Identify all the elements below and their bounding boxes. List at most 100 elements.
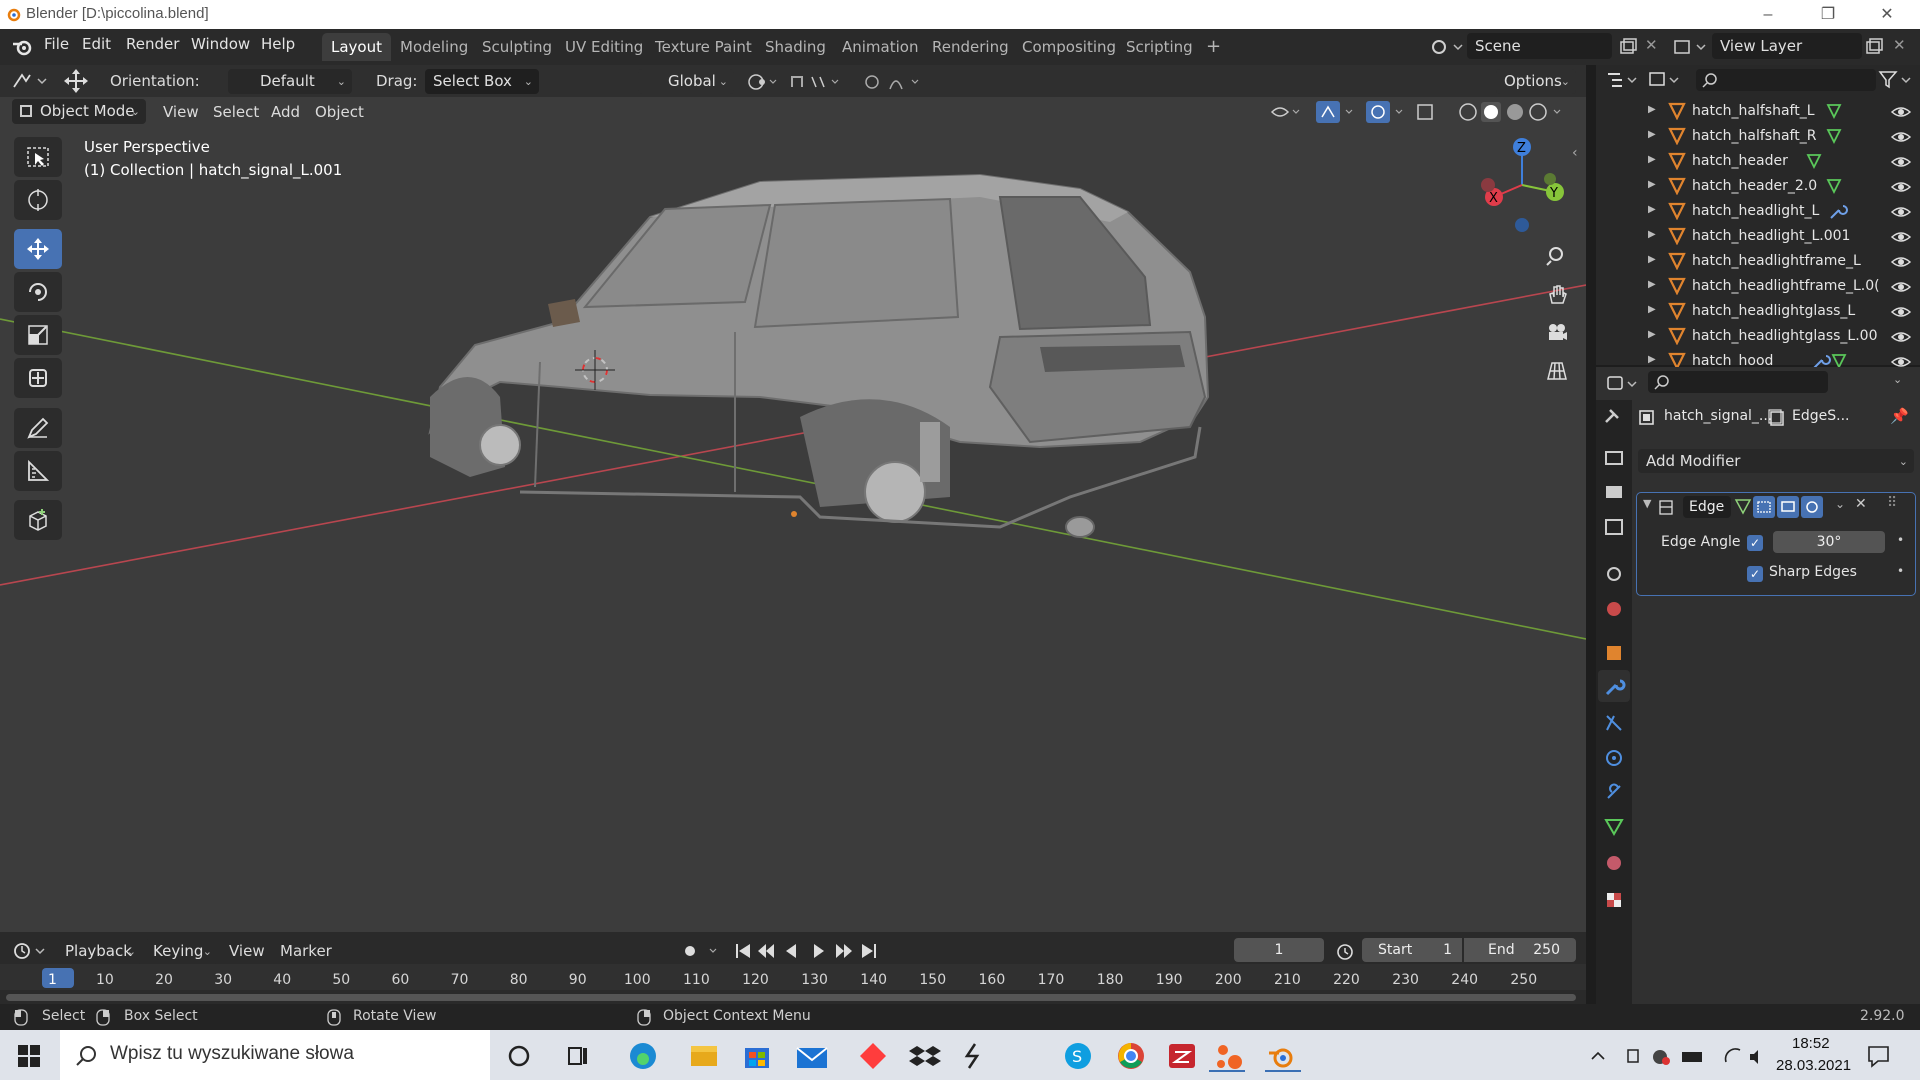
display-mode-icon[interactable] <box>1648 69 1682 91</box>
annotate-tool[interactable] <box>14 408 62 448</box>
dropbox-icon[interactable] <box>909 1046 941 1066</box>
constraints-tab-icon[interactable] <box>1607 783 1621 799</box>
menu-render[interactable]: Render <box>126 35 179 53</box>
start-frame-field[interactable]: Start 1 <box>1362 938 1462 962</box>
properties-tab-icons[interactable] <box>1596 400 1632 920</box>
tab-shading[interactable]: Shading <box>756 33 835 61</box>
blender-taskbar-icon[interactable] <box>1269 1048 1293 1068</box>
task-view-icon[interactable] <box>568 1047 587 1065</box>
drag-dropdown[interactable]: Select Box ⌄ <box>425 69 539 94</box>
keying-menu[interactable]: Keying ⌄ <box>145 939 218 964</box>
minimize-button[interactable]: – <box>1745 2 1791 28</box>
tab-texture-paint[interactable]: Texture Paint <box>646 33 761 61</box>
menu-window[interactable]: Window <box>191 35 250 53</box>
camera-view-button[interactable] <box>1540 315 1574 349</box>
jump-end-icon[interactable] <box>862 944 873 958</box>
texture-tab-icon[interactable] <box>1607 893 1621 907</box>
3d-viewport[interactable]: Object Mode ⌄ View Select Add Object Z Y … <box>0 97 1586 932</box>
tab-scripting[interactable]: Scripting <box>1117 33 1202 61</box>
options-dropdown[interactable]: Options ⌄ <box>1496 69 1576 94</box>
outliner-item[interactable]: ▶ hatch_headlightframe_L.0( <box>1596 275 1920 300</box>
play-reverse-icon[interactable] <box>786 944 796 958</box>
timeline-scrollbar[interactable] <box>6 994 1576 1001</box>
timeline-view-menu[interactable]: View <box>229 939 265 963</box>
scale-tool[interactable] <box>14 315 62 355</box>
visibility-eye-icon[interactable] <box>1891 329 1911 345</box>
perspective-toggle-button[interactable] <box>1540 353 1574 387</box>
cortana-icon[interactable] <box>508 1045 530 1067</box>
menu-file[interactable]: File <box>44 35 69 53</box>
expand-toggle-icon[interactable]: ▶ <box>1648 104 1656 115</box>
office-app-icon[interactable] <box>1217 1045 1242 1069</box>
expand-toggle-icon[interactable]: ▶ <box>1648 279 1656 290</box>
outliner-item[interactable]: ▶ hatch_halfshaft_R <box>1596 125 1920 150</box>
store-icon[interactable] <box>745 1048 769 1068</box>
context-object-name[interactable]: hatch_signal_... <box>1664 408 1772 424</box>
tab-layout[interactable]: Layout <box>322 33 391 61</box>
tab-sculpting[interactable]: Sculpting <box>473 33 561 61</box>
pin-icon[interactable]: 📌 <box>1890 407 1909 425</box>
render-tab-icon[interactable] <box>1605 451 1623 465</box>
visibility-eye-icon[interactable] <box>1891 129 1911 145</box>
modifier-wrench-icon[interactable] <box>1828 203 1868 221</box>
outliner-item[interactable]: ▶ hatch_halfshaft_L <box>1596 100 1920 125</box>
outliner-item[interactable]: ▶ hatch_headlightframe_L <box>1596 250 1920 275</box>
collapse-modifier-icon[interactable]: ▼ <box>1643 497 1651 510</box>
outliner-editor-icon[interactable] <box>1606 69 1640 91</box>
view-layer-field[interactable]: View Layer <box>1712 33 1862 59</box>
properties-dropdown-icon[interactable]: ⌄ <box>1893 373 1902 386</box>
transform-tool[interactable] <box>14 358 62 398</box>
jump-start-icon[interactable] <box>739 944 750 958</box>
timeline-editor-icon[interactable] <box>12 940 48 962</box>
jump-keyframe-forward-icon[interactable] <box>836 944 852 958</box>
outliner-item[interactable]: ▶ hatch_headlight_L <box>1596 200 1920 225</box>
expand-toggle-icon[interactable]: ▶ <box>1648 354 1656 365</box>
tab-modeling[interactable]: Modeling <box>391 33 477 61</box>
visibility-eye-icon[interactable] <box>1891 229 1911 245</box>
rotate-tool[interactable] <box>14 272 62 312</box>
material-tab-icon[interactable] <box>1607 856 1621 870</box>
delete-view-layer-icon[interactable]: ✕ <box>1893 36 1906 54</box>
filter-icon[interactable] <box>1878 69 1918 91</box>
record-button[interactable] <box>685 946 695 956</box>
visibility-eye-icon[interactable] <box>1891 279 1911 295</box>
cursor-tool[interactable] <box>14 180 62 220</box>
new-scene-icon[interactable] <box>1618 37 1638 57</box>
file-explorer-icon[interactable] <box>691 1046 717 1066</box>
scene-field[interactable]: Scene <box>1467 33 1612 59</box>
transform-orientation-dropdown[interactable]: Global ⌄ <box>638 69 734 94</box>
mail-icon[interactable] <box>796 1047 828 1068</box>
select-menu[interactable]: Select <box>213 100 259 124</box>
tool-tab-icon[interactable] <box>1605 409 1619 423</box>
playback-controls[interactable] <box>680 940 890 962</box>
visibility-eye-icon[interactable] <box>1891 154 1911 170</box>
maximize-button[interactable]: ❐ <box>1805 2 1851 28</box>
visibility-eye-icon[interactable] <box>1891 204 1911 220</box>
expand-toggle-icon[interactable]: ▶ <box>1648 204 1656 215</box>
zoom-view-button[interactable] <box>1540 239 1574 273</box>
mesh-data-icon[interactable] <box>1826 103 1866 121</box>
viewport-shading-controls[interactable] <box>1268 101 1568 123</box>
physics-tab-icon[interactable] <box>1606 750 1622 766</box>
scene-tab-icon[interactable] <box>1607 567 1621 581</box>
jump-keyframe-back-icon[interactable] <box>758 944 774 958</box>
navigation-gizmo[interactable]: Z Y X <box>1470 135 1580 235</box>
add-cube-tool[interactable] <box>14 500 62 540</box>
delete-scene-icon[interactable]: ✕ <box>1645 36 1658 54</box>
expand-toggle-icon[interactable]: ▶ <box>1648 304 1656 315</box>
outliner-item[interactable]: ▶ hatch_headlightglass_L <box>1596 300 1920 325</box>
windows-start-icon[interactable] <box>17 1044 41 1068</box>
filezilla-icon[interactable] <box>1169 1044 1195 1068</box>
editor-type-icon[interactable] <box>12 71 48 91</box>
taskbar-pinned-apps[interactable]: S <box>505 1040 1655 1072</box>
snapping-controls[interactable] <box>746 71 926 93</box>
expand-toggle-icon[interactable]: ▶ <box>1648 329 1656 340</box>
menu-help[interactable]: Help <box>261 35 295 53</box>
drag-handle-icon[interactable]: ⠿ <box>1887 495 1897 511</box>
output-tab-icon[interactable] <box>1606 486 1622 498</box>
anydesk-icon[interactable] <box>860 1043 886 1069</box>
add-workspace-button[interactable]: + <box>1197 33 1230 61</box>
edge-angle-checkbox[interactable]: ✓ <box>1747 535 1763 551</box>
close-window-button[interactable]: ✕ <box>1864 2 1910 28</box>
select-box-tool[interactable] <box>14 137 62 177</box>
